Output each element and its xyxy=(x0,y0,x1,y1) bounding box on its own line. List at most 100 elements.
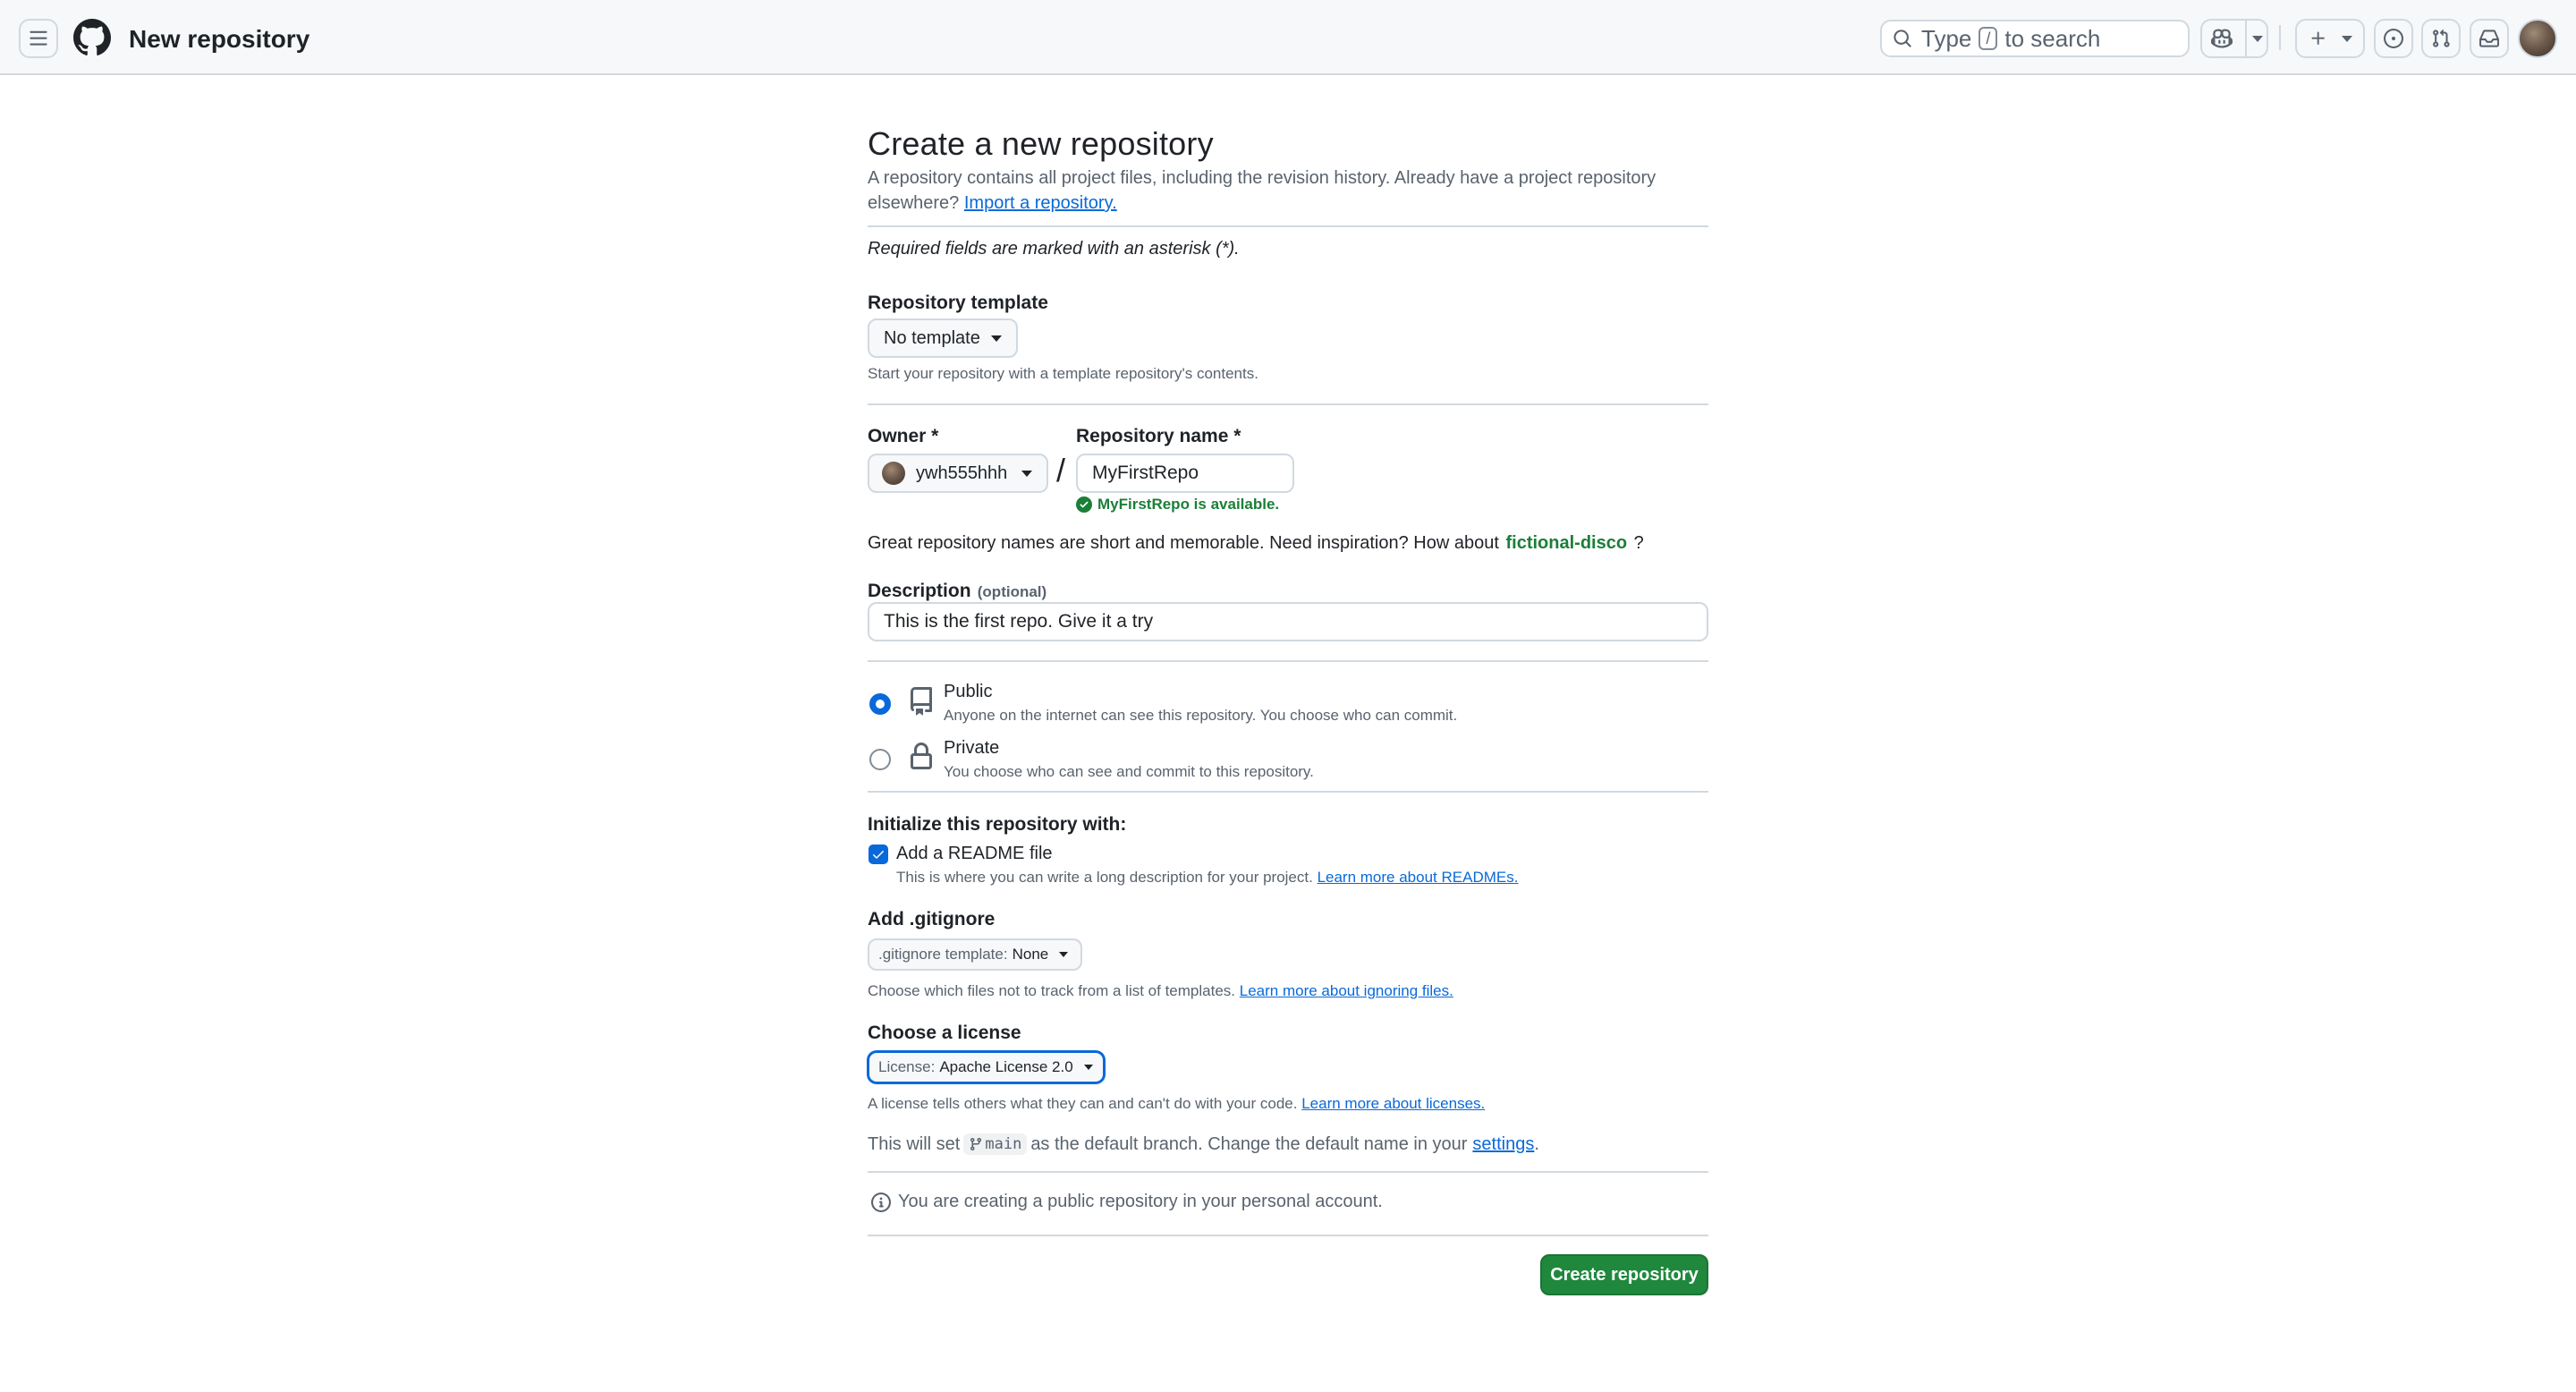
header-divider xyxy=(2279,25,2281,50)
import-repository-link[interactable]: Import a repository. xyxy=(964,193,1117,213)
readme-help: This is where you can write a long descr… xyxy=(896,869,1518,887)
git-pull-request-icon xyxy=(2433,29,2450,47)
divider xyxy=(868,225,1708,227)
chevron-down-icon xyxy=(2252,36,2263,42)
chevron-down-icon xyxy=(1021,470,1033,477)
chevron-down-icon xyxy=(990,335,1002,342)
branch-note-prefix: This will set xyxy=(868,1133,961,1154)
search-shortcut-key: / xyxy=(1979,27,1998,50)
notifications-button[interactable] xyxy=(2470,19,2509,58)
branch-name-pill: main xyxy=(963,1133,1028,1155)
private-radio[interactable] xyxy=(869,749,891,770)
check-icon xyxy=(873,851,884,859)
gitignore-select-value: None xyxy=(1012,946,1049,963)
repo-icon xyxy=(911,687,932,716)
private-label[interactable]: Private xyxy=(944,738,999,759)
license-select-button[interactable]: License: Apache License 2.0 xyxy=(868,1051,1105,1083)
page-title: Create a new repository xyxy=(868,125,1214,162)
search-icon xyxy=(1894,30,1911,47)
availability-text: MyFirstRepo is available. xyxy=(1097,496,1280,513)
description-input[interactable]: This is the first repo. Give it a try xyxy=(868,602,1708,641)
chevron-down-icon xyxy=(1059,952,1069,957)
git-branch-icon xyxy=(970,1138,982,1151)
template-select-value: No template xyxy=(884,327,980,348)
global-header: New repository Type / to search xyxy=(0,0,2576,75)
owner-label: Owner * xyxy=(868,426,939,446)
hamburger-icon xyxy=(30,30,47,46)
intro-text-line1: A repository contains all project files,… xyxy=(868,168,1657,188)
template-select-button[interactable]: No template xyxy=(868,318,1018,358)
visibility-notice-text: You are creating a public repository in … xyxy=(898,1192,1383,1211)
readme-description: This is where you can write a long descr… xyxy=(896,869,1313,886)
create-new-button[interactable] xyxy=(2295,19,2365,58)
license-learn-more-link[interactable]: Learn more about licenses. xyxy=(1301,1095,1485,1112)
intro-text-prefix: elsewhere? xyxy=(868,193,960,213)
search-placeholder-suffix: to search xyxy=(2004,24,2101,52)
user-avatar-menu[interactable] xyxy=(2518,19,2557,58)
plus-icon xyxy=(2311,31,2325,45)
public-description: Anyone on the internet can see this repo… xyxy=(944,707,1458,724)
repository-availability: MyFirstRepo is available. xyxy=(1076,496,1279,514)
copilot-icon xyxy=(2211,29,2233,48)
search-placeholder-prefix: Type xyxy=(1921,24,1972,52)
chevron-down-icon xyxy=(2342,36,2352,42)
page-context-title[interactable]: New repository xyxy=(129,25,309,54)
readme-checkbox[interactable] xyxy=(869,845,888,864)
create-repository-button[interactable]: Create repository xyxy=(1540,1254,1708,1295)
license-heading: Choose a license xyxy=(868,1023,1021,1043)
gitignore-help-text: Choose which files not to track from a l… xyxy=(868,982,1236,999)
divider xyxy=(868,791,1708,793)
owner-repo-separator: / xyxy=(1056,452,1066,488)
branch-note-suffix: . xyxy=(1534,1133,1539,1154)
description-optional-tag: (optional) xyxy=(977,583,1047,600)
check-circle-fill-icon xyxy=(1076,497,1092,513)
app: New repository Type / to search Create a… xyxy=(0,0,2576,1392)
github-logo-icon[interactable] xyxy=(73,19,111,56)
readme-learn-more-link[interactable]: Learn more about READMEs. xyxy=(1318,869,1519,886)
pull-requests-button[interactable] xyxy=(2421,19,2461,58)
hamburger-menu-button[interactable] xyxy=(19,19,58,58)
divider xyxy=(868,1235,1708,1236)
divider xyxy=(868,1171,1708,1173)
public-radio[interactable] xyxy=(869,693,891,715)
repository-name-label: Repository name * xyxy=(1076,426,1241,446)
default-branch-note: This will set main as the default branch… xyxy=(868,1133,1539,1155)
visibility-notice: You are creating a public repository in … xyxy=(871,1192,1383,1212)
owner-select-value: ywh555hhh xyxy=(916,463,1008,483)
branch-name: main xyxy=(985,1135,1022,1153)
license-help: A license tells others what they can and… xyxy=(868,1095,1485,1113)
branch-note-middle: as the default branch. Change the defaul… xyxy=(1030,1133,1468,1154)
license-help-text: A license tells others what they can and… xyxy=(868,1095,1298,1112)
intro-text-line2: elsewhere? Import a repository. xyxy=(868,193,1117,214)
repository-name-input[interactable]: MyFirstRepo xyxy=(1076,454,1294,493)
license-select-prefix: License: xyxy=(878,1058,936,1075)
public-label[interactable]: Public xyxy=(944,682,992,702)
copilot-button[interactable] xyxy=(2200,19,2268,58)
inbox-icon xyxy=(2479,30,2499,47)
divider xyxy=(868,660,1708,662)
gitignore-learn-more-link[interactable]: Learn more about ignoring files. xyxy=(1240,982,1453,999)
description-label-text: Description xyxy=(868,581,971,601)
required-fields-note: Required fields are marked with an aster… xyxy=(868,239,1240,259)
gitignore-help: Choose which files not to track from a l… xyxy=(868,982,1453,1000)
info-icon xyxy=(871,1192,891,1212)
license-select-value: Apache License 2.0 xyxy=(939,1058,1073,1075)
issue-opened-icon xyxy=(2384,29,2403,48)
gitignore-select-button[interactable]: .gitignore template: None xyxy=(868,938,1082,971)
gitignore-select-prefix: .gitignore template: xyxy=(878,946,1008,963)
initialize-heading: Initialize this repository with: xyxy=(868,814,1127,835)
divider xyxy=(868,403,1708,405)
issues-button[interactable] xyxy=(2374,19,2413,58)
settings-link[interactable]: settings xyxy=(1472,1134,1534,1155)
suggested-name-link[interactable]: fictional-disco xyxy=(1505,533,1627,553)
search-input[interactable]: Type / to search xyxy=(1880,20,2190,57)
private-description: You choose who can see and commit to thi… xyxy=(944,763,1314,780)
readme-label[interactable]: Add a README file xyxy=(896,844,1053,864)
owner-avatar xyxy=(882,462,905,485)
chevron-down-icon xyxy=(1083,1065,1093,1070)
owner-select-button[interactable]: ywh555hhh xyxy=(868,454,1048,493)
suggestion-suffix: ? xyxy=(1633,533,1644,553)
suggestion-prefix: Great repository names are short and mem… xyxy=(868,533,1499,553)
repo-name-suggestion: Great repository names are short and mem… xyxy=(868,533,1644,554)
template-label: Repository template xyxy=(868,293,1048,313)
